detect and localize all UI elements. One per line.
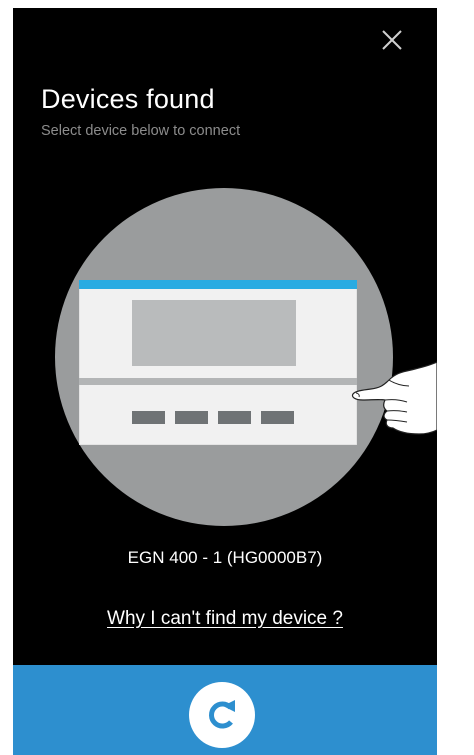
close-button[interactable]: [378, 26, 406, 54]
device-divider: [79, 378, 357, 385]
help-link[interactable]: Why I can't find my device ?: [13, 608, 437, 630]
device-header-strip: [79, 280, 357, 289]
page-subtitle: Select device below to connect: [41, 123, 241, 139]
bottom-bar: [13, 665, 437, 755]
close-icon: [382, 30, 402, 50]
device-name-label[interactable]: EGN 400 - 1 (HG0000B7): [13, 548, 437, 568]
device-illustration[interactable]: [79, 280, 357, 445]
device-discovery-screen: Devices found Select device below to con…: [13, 8, 437, 755]
refresh-button[interactable]: [189, 682, 255, 748]
device-screen: [132, 300, 296, 366]
device-key-3: [218, 411, 251, 424]
page-title: Devices found: [41, 84, 215, 114]
device-key-2: [175, 411, 208, 424]
refresh-icon: [209, 700, 235, 729]
device-key-4: [261, 411, 294, 424]
device-key-1: [132, 411, 165, 424]
